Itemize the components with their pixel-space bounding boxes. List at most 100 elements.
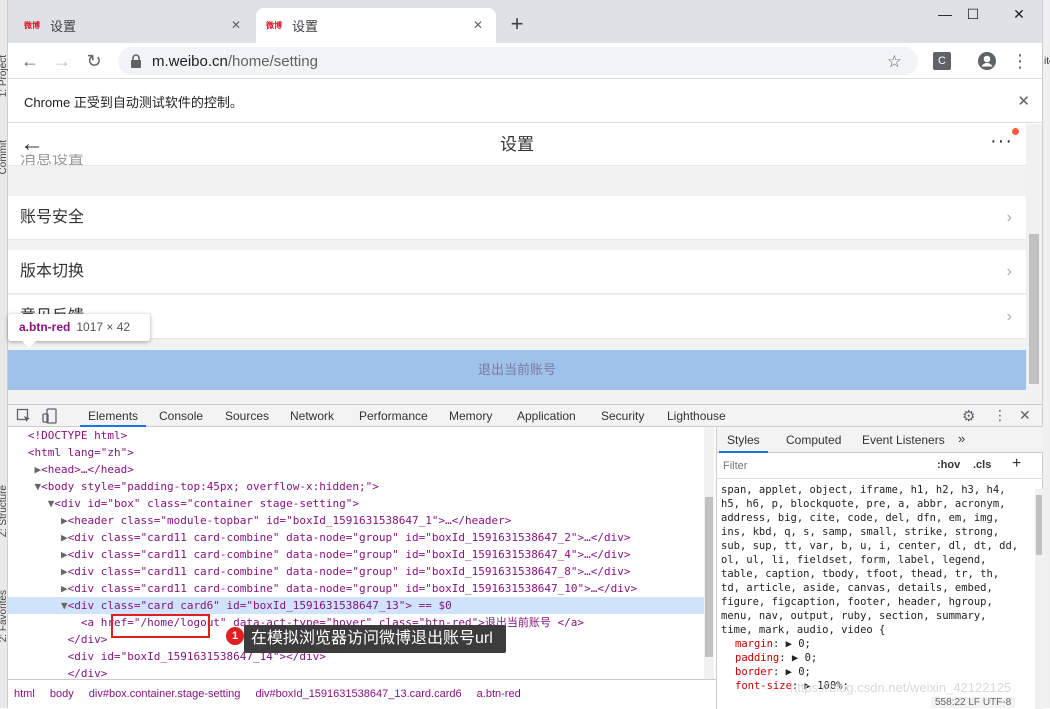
tooltip-arrow: [22, 341, 36, 348]
expand-triangle-icon[interactable]: ▶: [61, 582, 68, 595]
tab-application[interactable]: Application: [509, 405, 584, 427]
expand-triangle-icon[interactable]: : ▶: [773, 638, 798, 650]
row-label: 账号安全: [20, 209, 85, 226]
dom-node-markup: <!DOCTYPE html>: [27, 429, 128, 442]
inspect-element-icon[interactable]: [16, 408, 32, 424]
hov-toggle[interactable]: :hov: [937, 459, 960, 471]
breadcrumb-a[interactable]: a.btn-red: [471, 680, 527, 708]
settings-row-feedback[interactable]: 意见反馈 ›: [8, 295, 1026, 339]
expand-triangle-icon[interactable]: ▶: [61, 565, 68, 578]
css-property-name: margin: [735, 638, 773, 650]
dom-node-line[interactable]: ▼<div id="box" class="container stage-se…: [8, 495, 704, 512]
dom-node-line[interactable]: <!DOCTYPE html>: [8, 427, 704, 444]
reload-icon[interactable]: ↻: [82, 49, 106, 73]
tab-styles[interactable]: Styles: [719, 429, 768, 453]
annotation-label: 在模拟浏览器访问微博退出账号url: [244, 625, 506, 653]
back-arrow-icon[interactable]: ←: [18, 49, 42, 73]
extension-icon[interactable]: C: [933, 52, 951, 70]
css-property-row[interactable]: margin: ▶ 0;: [721, 637, 1021, 651]
scrollbar-thumb[interactable]: [1036, 495, 1042, 555]
minimize-button[interactable]: —: [930, 6, 960, 26]
forward-arrow-icon[interactable]: →: [50, 49, 74, 73]
bookmark-star-icon[interactable]: ☆: [887, 52, 902, 72]
maximize-button[interactable]: ☐: [958, 6, 988, 26]
dom-node-line[interactable]: ▼<body style="padding-top:45px; overflow…: [8, 478, 704, 495]
cls-toggle[interactable]: .cls: [973, 459, 991, 471]
tab-console[interactable]: Console: [151, 405, 211, 427]
expand-triangle-icon[interactable]: : ▶: [779, 652, 804, 664]
tab-lighthouse[interactable]: Lighthouse: [659, 405, 734, 427]
css-property-row[interactable]: padding: ▶ 0;: [721, 651, 1021, 665]
profile-avatar-icon[interactable]: [977, 51, 997, 71]
elements-scrollbar[interactable]: [704, 427, 714, 679]
expand-triangle-icon[interactable]: ▶: [61, 548, 68, 561]
dom-node-line[interactable]: <html lang="zh">: [8, 444, 704, 461]
settings-gear-icon[interactable]: ⚙: [962, 407, 975, 425]
breadcrumb-body[interactable]: body: [44, 680, 80, 708]
chrome-window: 微博 设置 ✕ 微博 设置 ✕ + — ☐ ✕ ← → ↻ m.weibo.cn…: [8, 0, 1043, 709]
tab-elements[interactable]: Elements: [80, 405, 147, 427]
logout-button[interactable]: 退出当前账号: [8, 350, 1026, 390]
menu-kebab-icon[interactable]: ⋮: [1008, 49, 1032, 73]
breadcrumb-div-card[interactable]: div#boxId_1591631538647_13.card.card6: [249, 680, 467, 708]
tab-strip: 微博 设置 ✕ 微博 设置 ✕ + — ☐ ✕: [8, 0, 1042, 43]
close-infobar-icon[interactable]: ✕: [1017, 92, 1030, 110]
browser-tab-1[interactable]: 微博 设置 ✕: [14, 8, 254, 43]
breadcrumb-div-box[interactable]: div#box.container.stage-setting: [83, 680, 247, 708]
dom-node-line[interactable]: ▶<div class="card11 card-combine" data-n…: [8, 546, 704, 563]
css-property-value: 0;: [798, 666, 811, 678]
tab-event-listeners[interactable]: Event Listeners: [854, 429, 953, 451]
page-scrollbar[interactable]: [1026, 124, 1042, 404]
settings-row-partial[interactable]: 消息设置: [8, 154, 1026, 166]
scrollbar-thumb[interactable]: [705, 497, 713, 657]
device-toolbar-icon[interactable]: [42, 408, 58, 424]
breadcrumb-html[interactable]: html: [8, 680, 41, 708]
close-devtools-icon[interactable]: ✕: [1019, 407, 1031, 424]
tab-computed[interactable]: Computed: [778, 429, 849, 451]
more-icon[interactable]: ···: [990, 130, 1013, 153]
styles-tabbar: Styles Computed Event Listeners »: [717, 427, 1043, 453]
devtools-menu-icon[interactable]: ⋮: [993, 407, 1007, 424]
settings-row-account-security[interactable]: 账号安全 ›: [8, 196, 1026, 240]
browser-tab-2-active[interactable]: 微博 设置 ✕: [256, 8, 496, 43]
new-tab-button[interactable]: +: [506, 13, 528, 36]
settings-row-version-switch[interactable]: 版本切换 ›: [8, 250, 1026, 294]
dom-node-line[interactable]: ▶<div class="card11 card-combine" data-n…: [8, 529, 704, 546]
tab-sources[interactable]: Sources: [217, 405, 277, 427]
tab-memory[interactable]: Memory: [441, 405, 500, 427]
css-property-row[interactable]: border: ▶ 0;: [721, 665, 1021, 679]
watermark: https://blog.csdn.net/weixin_42122125: [790, 680, 1012, 695]
dom-node-line[interactable]: ▼<div class="card card6" id="boxId_15916…: [8, 597, 704, 614]
tab-performance[interactable]: Performance: [351, 405, 436, 427]
dom-node-markup: <div class="card11 card-combine" data-no…: [67, 582, 638, 595]
styles-pane: Styles Computed Event Listeners » :hov .…: [716, 427, 1043, 709]
dom-node-markup: <div class="card11 card-combine" data-no…: [67, 565, 631, 578]
more-tabs-icon[interactable]: »: [950, 428, 973, 450]
close-window-button[interactable]: ✕: [1004, 6, 1034, 26]
styles-filter-input[interactable]: [723, 457, 923, 475]
expand-triangle-icon[interactable]: : ▶: [773, 666, 798, 678]
expand-triangle-icon[interactable]: ▶: [61, 514, 68, 527]
weibo-favicon-icon: 微博: [24, 20, 40, 30]
styles-scrollbar[interactable]: [1035, 489, 1043, 709]
css-rules[interactable]: span, applet, object, iframe, h1, h2, h3…: [721, 483, 1021, 709]
dom-node-line[interactable]: </div>: [8, 665, 704, 679]
tab-security[interactable]: Security: [593, 405, 652, 427]
close-tab-icon[interactable]: ✕: [228, 17, 244, 33]
scrollbar-thumb[interactable]: [1029, 234, 1039, 384]
close-tab-icon[interactable]: ✕: [470, 17, 486, 33]
chevron-right-icon: ›: [1006, 263, 1012, 280]
collapse-triangle-icon[interactable]: ▼: [61, 599, 68, 612]
dom-node-line[interactable]: ▶<div class="card11 card-combine" data-n…: [8, 563, 704, 580]
tab-network[interactable]: Network: [282, 405, 342, 427]
dom-node-line[interactable]: ▶<head>…</head>: [8, 461, 704, 478]
dom-node-line[interactable]: ▶<header class="module-topbar" id="boxId…: [8, 512, 704, 529]
new-style-rule-icon[interactable]: +: [1012, 455, 1021, 473]
expand-triangle-icon[interactable]: ▶: [61, 531, 68, 544]
dom-node-line[interactable]: ▶<div class="card11 card-combine" data-n…: [8, 580, 704, 597]
address-bar[interactable]: m.weibo.cn/home/setting ☆: [118, 47, 918, 75]
